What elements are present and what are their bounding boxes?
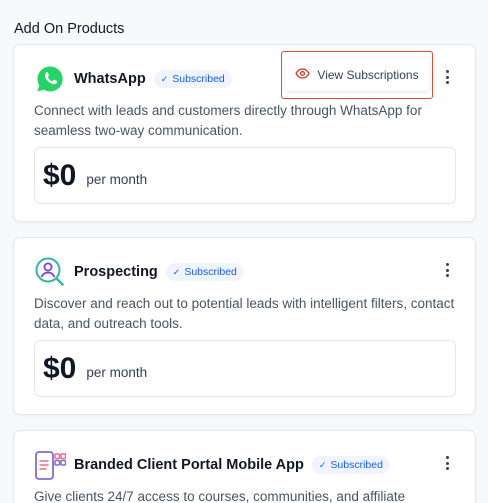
more-options-icon[interactable] <box>437 453 457 473</box>
price-period: per month <box>86 365 148 380</box>
eye-icon <box>295 66 311 84</box>
price-box: $0 per month <box>34 340 456 397</box>
badge-label: Subscribed <box>172 73 225 85</box>
mobile-app-icon <box>34 449 66 481</box>
product-card-prospecting: Prospecting ✓ Subscribed Discover and re… <box>13 237 476 415</box>
price-value: $0 <box>43 158 77 192</box>
check-icon: ✓ <box>160 73 169 84</box>
subscribed-badge: ✓ Subscribed <box>311 456 390 474</box>
product-name: WhatsApp <box>74 71 146 87</box>
product-name: Branded Client Portal Mobile App <box>74 457 304 473</box>
product-name: Prospecting <box>74 264 158 280</box>
price-box: $0 per month <box>34 147 456 204</box>
product-header: Prospecting ✓ Subscribed <box>34 256 244 288</box>
more-options-icon[interactable] <box>437 260 457 280</box>
view-subscriptions-highlight: View Subscriptions <box>281 51 433 99</box>
product-header: WhatsApp ✓ Subscribed <box>34 63 232 95</box>
product-description: Give clients 24/7 access to courses, com… <box>34 489 406 503</box>
check-icon: ✓ <box>172 266 181 277</box>
product-description: Discover and reach out to potential lead… <box>34 296 455 331</box>
prospecting-icon <box>34 256 66 288</box>
view-subscriptions-button[interactable]: View Subscriptions <box>285 59 429 91</box>
product-header: Branded Client Portal Mobile App ✓ Subsc… <box>34 449 390 481</box>
check-icon: ✓ <box>318 459 327 470</box>
badge-label: Subscribed <box>330 459 383 471</box>
price-period: per month <box>86 172 148 187</box>
section-title: Add On Products <box>14 21 125 37</box>
whatsapp-icon <box>34 63 66 95</box>
badge-label: Subscribed <box>184 266 237 278</box>
view-subscriptions-label: View Subscriptions <box>317 68 419 82</box>
subscribed-badge: ✓ Subscribed <box>165 263 244 281</box>
product-card-client-portal: Branded Client Portal Mobile App ✓ Subsc… <box>13 430 476 503</box>
subscribed-badge: ✓ Subscribed <box>153 70 232 88</box>
product-description: Connect with leads and customers directl… <box>34 103 422 138</box>
price-value: $0 <box>43 351 77 385</box>
more-options-icon[interactable] <box>437 67 457 87</box>
